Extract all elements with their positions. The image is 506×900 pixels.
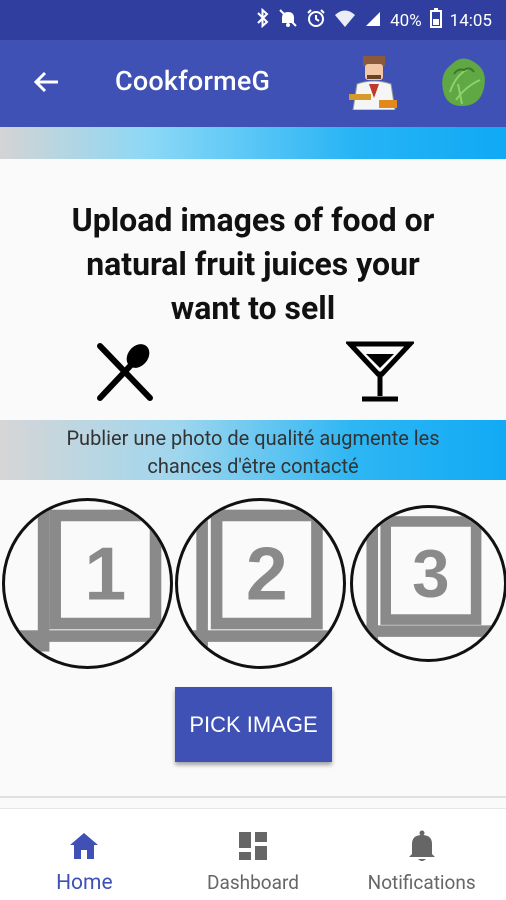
slot-2-number: 2 <box>246 531 288 615</box>
status-icons: 40% 14:05 <box>256 7 492 33</box>
utensils-icon <box>94 340 158 404</box>
headline-line-2: natural fruit juices your <box>86 245 420 283</box>
battery-icon <box>429 8 442 33</box>
nav-home-label: Home <box>56 871 113 895</box>
tip-banner: Publier une photo de qualité augmente le… <box>0 420 506 480</box>
divider <box>0 796 506 798</box>
slot-3-placeholder-icon: 3 <box>353 508 504 659</box>
app-bar: CookformeG <box>0 40 506 127</box>
nav-dashboard-label: Dashboard <box>207 871 299 894</box>
cocktail-glass-icon <box>344 340 416 404</box>
headline-line-1: Upload images of food or <box>71 201 435 239</box>
nav-notifications-label: Notifications <box>367 871 476 894</box>
lettuce-button[interactable] <box>436 54 490 110</box>
image-slot-2[interactable]: 2 <box>175 498 346 669</box>
back-arrow-icon <box>33 71 58 93</box>
slot-3-number: 3 <box>412 536 449 611</box>
bluetooth-icon <box>256 7 270 33</box>
image-slot-1[interactable]: 1 <box>2 498 173 669</box>
chef-icon <box>349 56 397 111</box>
slot-1-placeholder-icon: 1 <box>5 501 170 652</box>
upload-headline: Upload images of food or natural fruit j… <box>0 198 506 330</box>
headline-line-3: want to sell <box>170 289 336 327</box>
app-title: CookformeG <box>115 65 271 97</box>
tip-line-2: chances d'être contacté <box>147 454 359 478</box>
dashboard-icon <box>239 832 267 860</box>
chef-button[interactable] <box>349 54 399 111</box>
bottom-navigation: Home Dashboard Notifications <box>0 808 506 900</box>
slot-2-placeholder-icon: 2 <box>178 501 343 666</box>
lettuce-icon <box>442 58 485 106</box>
nav-dashboard[interactable]: Dashboard <box>169 809 338 900</box>
slot-1-number: 1 <box>84 531 126 615</box>
tip-line-1: Publier une photo de qualité augmente le… <box>66 426 440 450</box>
signal-icon <box>364 8 382 33</box>
clock-time: 14:05 <box>449 10 492 31</box>
nav-notifications[interactable]: Notifications <box>337 809 506 900</box>
wifi-icon <box>334 8 356 33</box>
image-slot-3[interactable]: 3 <box>350 505 506 662</box>
back-button[interactable] <box>28 64 64 100</box>
pick-image-button[interactable]: PICK IMAGE <box>175 687 332 762</box>
nav-home[interactable]: Home <box>0 809 169 900</box>
alarm-icon <box>306 8 326 33</box>
battery-percent: 40% <box>390 10 422 31</box>
mute-icon <box>278 8 298 33</box>
header-gradient-banner <box>0 127 506 159</box>
bell-icon <box>408 830 435 861</box>
status-bar: 40% 14:05 <box>0 0 506 40</box>
home-icon <box>70 833 99 859</box>
